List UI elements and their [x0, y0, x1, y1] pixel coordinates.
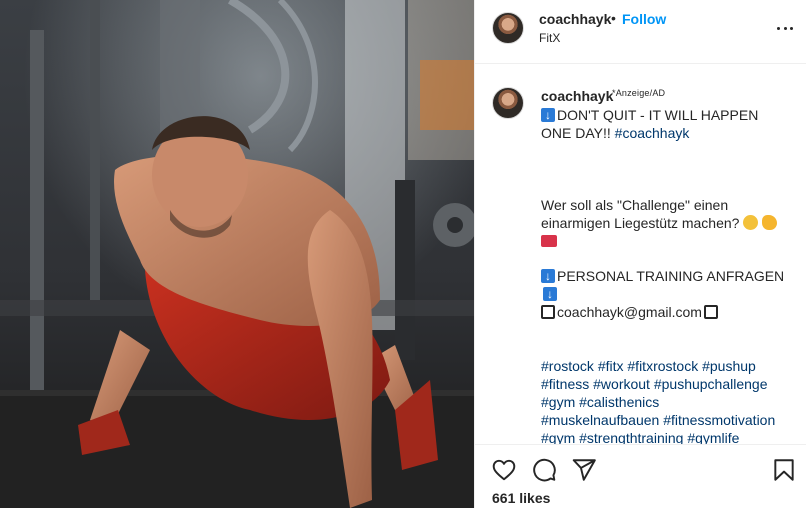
- hashtag-link[interactable]: #muskelnaufbauen: [541, 412, 659, 428]
- caption-username[interactable]: coachhayk: [541, 88, 613, 104]
- down-arrow-icon: [543, 285, 557, 303]
- location-link[interactable]: FitX: [539, 31, 560, 45]
- header-separator: •: [611, 10, 616, 26]
- post-side-panel: coachhayk • Follow FitX coachhayk *Anzei…: [474, 0, 806, 508]
- avatar[interactable]: [492, 12, 524, 44]
- caption-question: Wer soll als "Challenge" einen einarmige…: [541, 196, 791, 250]
- heart-icon[interactable]: [491, 457, 517, 483]
- caption-avatar[interactable]: [492, 87, 524, 119]
- hashtag-link[interactable]: #calisthenics: [579, 394, 659, 410]
- hashtag-link[interactable]: #strengthtraining: [579, 430, 683, 444]
- hashtag-link[interactable]: #fitness: [541, 376, 589, 392]
- more-options-icon[interactable]: [775, 18, 795, 38]
- hashtag-link[interactable]: #fitnessmotivation: [663, 412, 775, 428]
- email-text[interactable]: coachhayk@gmail.com: [557, 304, 702, 320]
- post-image-illustration: [0, 0, 474, 508]
- white-square-icon: [703, 305, 718, 319]
- likes-count[interactable]: 661 likes: [492, 490, 550, 506]
- training-label: PERSONAL TRAINING ANFRAGEN: [557, 268, 785, 284]
- header-username[interactable]: coachhayk: [539, 11, 611, 27]
- comment-icon[interactable]: [531, 457, 557, 483]
- hashtag-list: #rostock #fitx #fitxrostock #pushup #fit…: [541, 357, 793, 444]
- follow-button[interactable]: Follow: [622, 11, 666, 27]
- flexed-biceps-icon: [762, 215, 778, 230]
- caption-email-line: coachhayk@gmail.com: [541, 303, 791, 321]
- hashtag-link[interactable]: #fitx: [598, 358, 624, 374]
- post-header: coachhayk • Follow FitX: [475, 0, 806, 64]
- caption-training: PERSONAL TRAINING ANFRAGEN: [541, 267, 791, 303]
- caption-line-1: DON'T QUIT - IT WILL HAPPEN ONE DAY!! #c…: [541, 106, 791, 142]
- ad-label: *Anzeige/AD: [612, 88, 666, 98]
- hashtag-link[interactable]: #gymlife: [687, 430, 739, 444]
- bookmark-icon[interactable]: [771, 457, 797, 483]
- hashtag-link[interactable]: #workout: [593, 376, 650, 392]
- caption-question-text: Wer soll als "Challenge" einen einarmige…: [541, 197, 740, 231]
- hashtag-link[interactable]: #coachhayk: [615, 125, 690, 141]
- white-square-icon: [541, 305, 555, 319]
- action-bar: 661 likes: [475, 444, 806, 508]
- hundred-points-icon: [541, 235, 557, 247]
- hashtag-link[interactable]: #rostock: [541, 358, 594, 374]
- hashtag-link[interactable]: #gym: [541, 430, 575, 444]
- caption-area: coachhayk *Anzeige/AD DON'T QUIT - IT WI…: [475, 64, 806, 444]
- down-arrow-icon: [541, 267, 555, 285]
- hashtag-link[interactable]: #pushupchallenge: [654, 376, 768, 392]
- hashtag-link[interactable]: #fitxrostock: [627, 358, 698, 374]
- hashtag-link[interactable]: #pushup: [702, 358, 756, 374]
- flushed-face-icon: [743, 215, 759, 230]
- share-icon[interactable]: [571, 457, 597, 483]
- post-image[interactable]: [0, 0, 474, 508]
- down-arrow-icon: [541, 106, 555, 124]
- hashtag-link[interactable]: #gym: [541, 394, 575, 410]
